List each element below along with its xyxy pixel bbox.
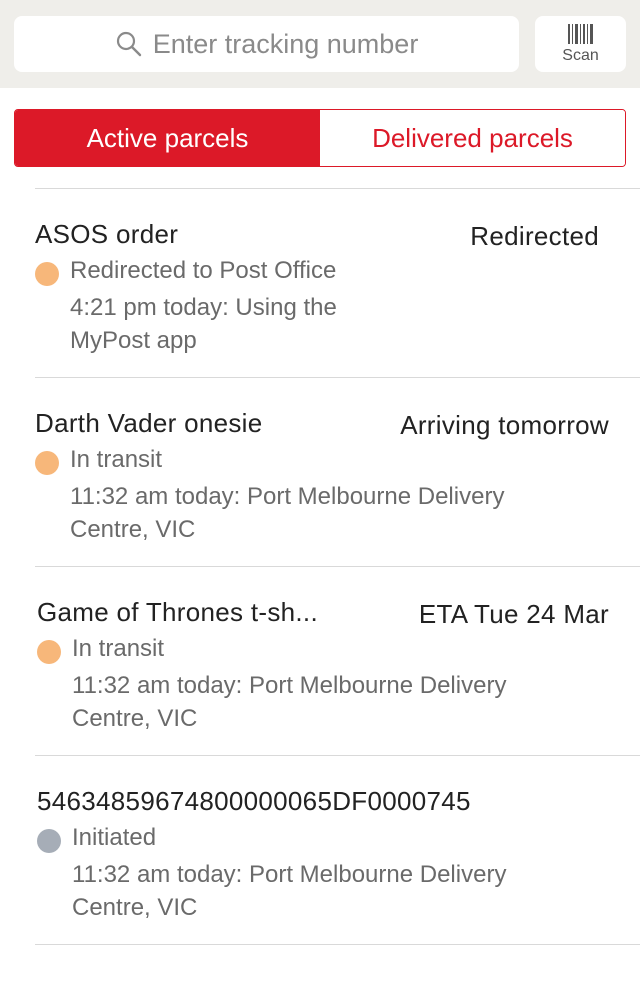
parcel-item[interactable]: Game of Thrones t-sh... ETA Tue 24 Mar I… — [0, 567, 640, 755]
scan-label: Scan — [562, 47, 599, 64]
parcel-name: ASOS order — [35, 219, 179, 249]
status-dot-icon — [37, 829, 61, 853]
search-icon — [115, 30, 143, 58]
parcel-status: Redirected to Post Office — [70, 257, 337, 284]
tab-delivered-parcels[interactable]: Delivered parcels — [320, 110, 625, 166]
parcel-item[interactable]: Darth Vader onesie Arriving tomorrow In … — [0, 378, 640, 566]
parcel-name: 54634859674800000065DF0000745 — [37, 786, 471, 816]
parcel-name: Game of Thrones t-sh... — [37, 597, 318, 627]
parcel-name: Darth Vader onesie — [35, 408, 263, 438]
parcel-tabs: Active parcels Delivered parcels — [14, 109, 626, 167]
barcode-icon — [566, 23, 596, 45]
parcel-list: ASOS order Redirected Redirected to Post… — [0, 188, 640, 945]
status-dot-icon — [35, 451, 59, 475]
parcel-status: In transit — [70, 446, 163, 473]
parcel-item[interactable]: ASOS order Redirected Redirected to Post… — [0, 189, 640, 377]
parcel-detail: 11:32 am today: Port Melbourne Delivery … — [72, 861, 507, 921]
parcel-summary: ETA Tue 24 Mar — [418, 599, 609, 629]
divider — [35, 944, 640, 945]
parcel-status: In transit — [72, 635, 165, 662]
tracking-search-input[interactable]: Enter tracking number — [14, 16, 519, 72]
status-dot-icon — [35, 262, 59, 286]
search-placeholder: Enter tracking number — [152, 28, 419, 59]
tab-active-parcels[interactable]: Active parcels — [15, 110, 320, 166]
parcel-detail: 11:32 am today: Port Melbourne Delivery … — [70, 483, 505, 543]
parcel-item[interactable]: 54634859674800000065DF0000745 Initiated … — [0, 756, 640, 944]
status-dot-icon — [37, 640, 61, 664]
top-bar: Enter tracking number Scan — [0, 0, 640, 88]
parcel-detail: 11:32 am today: Port Melbourne Delivery … — [72, 672, 507, 732]
scan-button[interactable]: Scan — [535, 16, 626, 72]
parcel-summary: Redirected — [470, 221, 599, 251]
parcel-summary: Arriving tomorrow — [400, 410, 609, 440]
parcel-status: Initiated — [72, 824, 157, 851]
parcel-detail: 4:21 pm today: Using the MyPost app — [70, 294, 337, 354]
